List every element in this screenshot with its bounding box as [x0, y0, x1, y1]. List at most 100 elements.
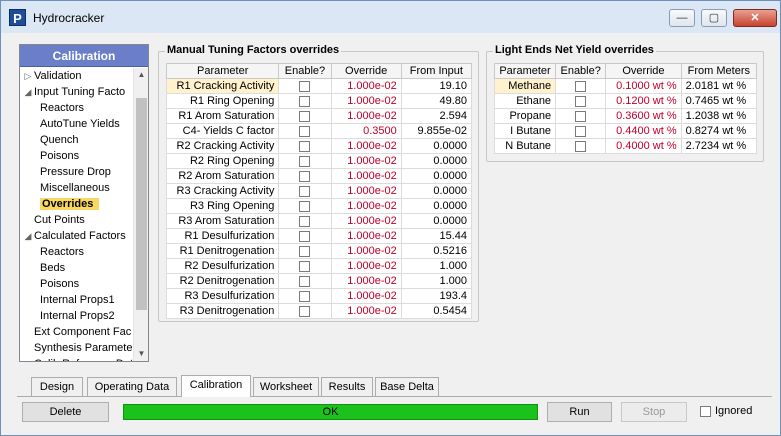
table-row: R1 Ring Opening 1.000e-02 49.80: [165, 93, 473, 109]
expand-arrow-icon[interactable]: ▷: [22, 68, 34, 84]
override-cell[interactable]: 1.000e-02: [330, 183, 402, 199]
scroll-down-icon[interactable]: ▼: [134, 347, 149, 361]
enable-checkbox[interactable]: [575, 80, 587, 92]
tab-results[interactable]: Results: [321, 377, 373, 396]
enable-checkbox[interactable]: [575, 140, 587, 152]
nav-item[interactable]: ◢ Input Tuning Facto: [20, 84, 134, 100]
from-input-cell: 19.10: [400, 78, 473, 94]
tab-design[interactable]: Design: [31, 377, 83, 396]
enable-checkbox[interactable]: [575, 95, 587, 107]
enable-checkbox[interactable]: [299, 200, 311, 212]
enable-checkbox[interactable]: [299, 215, 311, 227]
nav-item-label: AutoTune Yields: [40, 118, 120, 130]
nav-item[interactable]: Cut Points: [20, 212, 134, 228]
enable-checkbox[interactable]: [299, 260, 311, 272]
table-row: R3 Arom Saturation 1.000e-02 0.0000: [165, 213, 473, 229]
nav-item[interactable]: Reactors: [20, 244, 134, 260]
tab-worksheet[interactable]: Worksheet: [253, 377, 319, 396]
run-button[interactable]: Run: [547, 402, 612, 422]
nav-item[interactable]: Pressure Drop: [20, 164, 134, 180]
override-cell[interactable]: 0.1000 wt %: [605, 78, 682, 94]
nav-scrollbar[interactable]: ▲ ▼: [133, 68, 148, 361]
nav-item[interactable]: Poisons: [20, 276, 134, 292]
enable-checkbox[interactable]: [299, 155, 311, 167]
maximize-button[interactable]: ▢: [701, 9, 727, 27]
table-row: I Butane 0.4400 wt % 0.8274 wt %: [493, 123, 758, 139]
tab-operating-data[interactable]: Operating Data: [87, 377, 177, 396]
override-cell[interactable]: 1.000e-02: [330, 138, 402, 154]
enable-cell: [278, 213, 332, 229]
enable-checkbox[interactable]: [299, 110, 311, 122]
override-cell[interactable]: 1.000e-02: [330, 288, 402, 304]
table-row: R1 Cracking Activity 1.000e-02 19.10: [165, 78, 473, 94]
nav-item-label: Pressure Drop: [40, 166, 111, 178]
nav-item[interactable]: Ext Component Fac: [20, 324, 134, 340]
nav-item[interactable]: Internal Props1: [20, 292, 134, 308]
title-bar[interactable]: P Hydrocracker — ▢ ✕: [1, 1, 780, 33]
override-cell[interactable]: 1.000e-02: [330, 78, 402, 94]
table-row: R2 Cracking Activity 1.000e-02 0.0000: [165, 138, 473, 154]
override-cell[interactable]: 1.000e-02: [330, 258, 402, 274]
minimize-button[interactable]: —: [669, 9, 695, 27]
tab-calibration[interactable]: Calibration: [181, 375, 251, 397]
nav-item[interactable]: ▷ Validation: [20, 68, 134, 84]
enable-checkbox[interactable]: [575, 110, 587, 122]
enable-checkbox[interactable]: [299, 125, 311, 137]
expand-arrow-icon[interactable]: ◢: [22, 84, 34, 100]
nav-item[interactable]: Poisons: [20, 148, 134, 164]
enable-checkbox[interactable]: [299, 230, 311, 242]
override-cell[interactable]: 1.000e-02: [330, 228, 402, 244]
enable-checkbox[interactable]: [299, 305, 311, 317]
ignored-checkbox-box[interactable]: [700, 405, 711, 417]
table-row: Propane 0.3600 wt % 1.2038 wt %: [493, 108, 758, 124]
close-button[interactable]: ✕: [733, 9, 777, 27]
light-ends-title: Light Ends Net Yield overrides: [493, 44, 656, 56]
override-cell[interactable]: 0.1200 wt %: [605, 93, 682, 109]
override-cell[interactable]: 0.4400 wt %: [605, 123, 682, 139]
enable-checkbox[interactable]: [575, 125, 587, 137]
override-cell[interactable]: 0.3600 wt %: [605, 108, 682, 124]
scroll-up-icon[interactable]: ▲: [134, 68, 149, 82]
nav-item[interactable]: Reactors: [20, 100, 134, 116]
enable-checkbox[interactable]: [299, 140, 311, 152]
enable-checkbox[interactable]: [299, 185, 311, 197]
hydrocracker-window: P Hydrocracker — ▢ ✕ Calibration ▷ Valida…: [0, 0, 781, 436]
nav-item[interactable]: Overrides: [20, 196, 134, 212]
enable-checkbox[interactable]: [299, 80, 311, 92]
tab-base-delta[interactable]: Base Delta: [375, 377, 439, 396]
nav-item[interactable]: Calib Reference Dat: [20, 356, 134, 361]
override-cell[interactable]: 1.000e-02: [330, 303, 402, 319]
override-cell[interactable]: 0.4000 wt %: [605, 138, 682, 154]
calibration-nav-tree: Calibration ▷ Validation ◢ Input Tuning Fac…: [19, 44, 149, 362]
override-cell[interactable]: 1.000e-02: [330, 198, 402, 214]
nav-item[interactable]: Internal Props2: [20, 308, 134, 324]
override-cell[interactable]: 1.000e-02: [330, 93, 402, 109]
override-cell[interactable]: 0.3500: [330, 123, 402, 139]
nav-item[interactable]: ◢ Calculated Factors: [20, 228, 134, 244]
enable-checkbox[interactable]: [299, 170, 311, 182]
scroll-thumb[interactable]: [136, 98, 147, 310]
delete-button[interactable]: Delete: [22, 402, 109, 422]
parameter-cell: Methane: [493, 78, 557, 94]
nav-item[interactable]: Beds: [20, 260, 134, 276]
override-cell[interactable]: 1.000e-02: [330, 213, 402, 229]
override-cell[interactable]: 1.000e-02: [330, 168, 402, 184]
enable-checkbox[interactable]: [299, 95, 311, 107]
override-cell[interactable]: 1.000e-02: [330, 153, 402, 169]
ignored-checkbox[interactable]: Ignored: [700, 405, 752, 417]
override-cell[interactable]: 1.000e-02: [330, 273, 402, 289]
manual-tuning-table: Parameter Enable? Override From Input R1 Cr…: [165, 63, 473, 319]
nav-item[interactable]: AutoTune Yields: [20, 116, 134, 132]
override-cell[interactable]: 1.000e-02: [330, 108, 402, 124]
nav-item[interactable]: Miscellaneous: [20, 180, 134, 196]
nav-item[interactable]: Quench: [20, 132, 134, 148]
nav-item-label: Calculated Factors: [34, 230, 126, 242]
table-row: Ethane 0.1200 wt % 0.7465 wt %: [493, 93, 758, 109]
expand-arrow-icon[interactable]: ◢: [22, 228, 34, 244]
enable-checkbox[interactable]: [299, 275, 311, 287]
nav-item[interactable]: Synthesis Paramete: [20, 340, 134, 356]
stop-button[interactable]: Stop: [621, 402, 687, 422]
enable-checkbox[interactable]: [299, 245, 311, 257]
enable-checkbox[interactable]: [299, 290, 311, 302]
override-cell[interactable]: 1.000e-02: [330, 243, 402, 259]
